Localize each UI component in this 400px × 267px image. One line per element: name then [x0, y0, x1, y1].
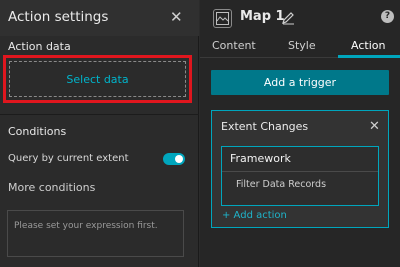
divider [0, 114, 199, 115]
active-tab-indicator [338, 55, 400, 58]
divider [222, 171, 378, 172]
select-data-label: Select data [66, 72, 129, 86]
action-name: Filter Data Records [236, 179, 327, 190]
close-icon[interactable]: ✕ [369, 119, 380, 134]
widget-settings-panel: Map 1 ? Content Style Action Add a trigg… [200, 0, 400, 267]
select-data-button[interactable]: Select data [9, 61, 186, 97]
query-extent-label: Query by current extent [8, 153, 129, 164]
query-extent-toggle[interactable] [163, 153, 185, 165]
panel-title: Action settings [8, 9, 109, 25]
map-icon [213, 9, 232, 28]
add-trigger-button[interactable]: Add a trigger [211, 70, 389, 95]
more-conditions-link[interactable]: More conditions [8, 181, 95, 194]
expression-placeholder: Please set your expression first. [14, 221, 158, 231]
action-settings-panel: Action settings ✕ Action data Select dat… [0, 0, 199, 267]
add-action-link[interactable]: + Add action [222, 210, 287, 221]
panel-header: Action settings ✕ [0, 0, 199, 36]
tab-style[interactable]: Style [288, 39, 316, 52]
pencil-icon[interactable] [281, 10, 295, 29]
conditions-label: Conditions [8, 125, 67, 138]
help-icon[interactable]: ? [381, 10, 394, 23]
trigger-card: Extent Changes ✕ Framework Filter Data R… [211, 110, 389, 228]
toggle-knob [175, 155, 183, 163]
widget-title: Map 1 [240, 9, 285, 24]
tab-content[interactable]: Content [212, 39, 256, 52]
trigger-title: Extent Changes [221, 120, 309, 133]
target-name: Framework [230, 152, 291, 165]
action-data-label: Action data [8, 40, 71, 53]
expression-box[interactable]: Please set your expression first. [7, 210, 184, 257]
action-target-card[interactable]: Framework Filter Data Records [221, 146, 379, 206]
tab-action[interactable]: Action [351, 39, 385, 52]
close-icon[interactable]: ✕ [170, 10, 183, 25]
